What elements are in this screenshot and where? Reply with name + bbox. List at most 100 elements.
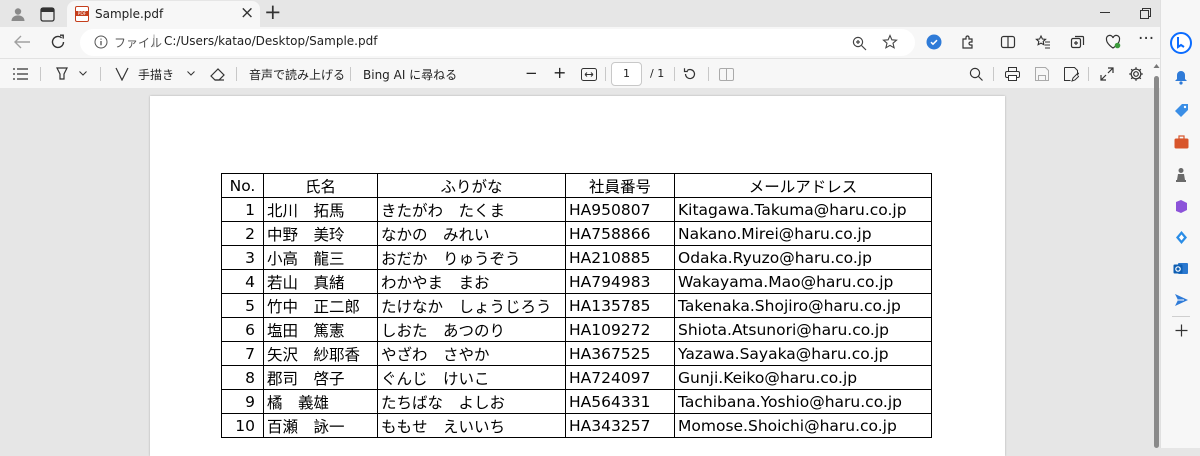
row-employee-id: HA794983 — [565, 269, 675, 294]
address-bar[interactable]: ファイル | C:/Users/katao/Desktop/Sample.pdf — [80, 29, 915, 56]
tab-title: Sample.pdf — [95, 7, 164, 21]
outlook-icon[interactable] — [1173, 260, 1189, 276]
back-icon[interactable] — [12, 33, 32, 51]
table-row: 5 竹中 正二郎 たけなか しょうじろう HA135785 Takenaka.S… — [221, 293, 932, 318]
page-total: / 1 — [650, 67, 665, 80]
eraser-icon[interactable] — [209, 66, 225, 82]
table-header-row: No. 氏名 ふりがな 社員番号 メールアドレス — [221, 173, 932, 198]
row-name: 郡司 啓子 — [263, 365, 378, 390]
chevron-down-icon[interactable] — [186, 68, 196, 78]
draw-icon[interactable] — [114, 66, 130, 82]
new-tab-button[interactable]: + — [264, 0, 282, 24]
favorite-star-icon[interactable] — [882, 34, 898, 50]
row-furigana: なかの みれい — [377, 221, 566, 246]
zoom-in-button[interactable]: + — [553, 63, 566, 82]
profile-icon[interactable] — [9, 5, 27, 23]
pdf-toolbar: 手描き 音声で読み上げる Bing AI に尋ねる − + 1 / 1 — [0, 58, 1160, 88]
url-text[interactable]: C:/Users/katao/Desktop/Sample.pdf — [164, 34, 377, 48]
copilot-icon[interactable] — [1170, 32, 1192, 54]
toolbar-divider — [674, 67, 675, 81]
table-row: 7 矢沢 紗耶香 やざわ さやか HA367525 Yazawa.Sayaka@… — [221, 341, 932, 366]
row-email: Odaka.Ryuzo@haru.co.jp — [674, 245, 932, 270]
zoom-out-button[interactable]: − — [525, 64, 538, 82]
print-icon[interactable] — [1004, 66, 1020, 82]
navigation-bar: ファイル | C:/Users/katao/Desktop/Sample.pdf… — [0, 27, 1160, 58]
row-email: Shiota.Atsunori@haru.co.jp — [674, 317, 932, 342]
draw-label[interactable]: 手描き — [138, 66, 174, 83]
row-email: Gunji.Keiko@haru.co.jp — [674, 365, 932, 390]
row-furigana: ももせ えいいち — [377, 413, 566, 438]
tab-close-button[interactable]: × — [240, 3, 254, 23]
row-name: 北川 拓馬 — [263, 197, 378, 222]
toolbar-divider — [40, 67, 41, 81]
pdf-page: No. 氏名 ふりがな 社員番号 メールアドレス 1 北川 拓馬 きたがわ たく… — [150, 96, 1005, 456]
collections-icon[interactable] — [1070, 34, 1086, 50]
tab-sample-pdf[interactable]: PDF Sample.pdf × — [67, 1, 260, 27]
fit-page-icon[interactable] — [580, 66, 598, 82]
row-name: 中野 美玲 — [263, 221, 378, 246]
save-as-icon[interactable] — [1063, 66, 1079, 82]
m365-icon[interactable] — [1173, 198, 1189, 214]
row-name: 百瀬 詠一 — [263, 413, 378, 438]
row-furigana: しおた あつのり — [377, 317, 566, 342]
minimize-button[interactable] — [1100, 12, 1110, 13]
toolbar-divider — [993, 67, 994, 81]
chevron-down-icon[interactable] — [78, 68, 88, 78]
edge-sidebar — [1160, 0, 1200, 448]
add-icon[interactable] — [1173, 322, 1189, 338]
row-email: Momose.Shoichi@haru.co.jp — [674, 413, 932, 438]
tab-strip: PDF Sample.pdf × + — [0, 0, 1200, 27]
toolbar-divider — [100, 67, 101, 81]
row-email: Kitagawa.Takuma@haru.co.jp — [674, 197, 932, 222]
page-number-input[interactable]: 1 — [611, 62, 642, 86]
header-furigana: ふりがな — [377, 173, 566, 198]
row-furigana: やざわ さやか — [377, 341, 566, 366]
row-email: Tachibana.Yoshio@haru.co.jp — [674, 389, 932, 414]
row-email: Wakayama.Mao@haru.co.jp — [674, 269, 932, 294]
header-email: メールアドレス — [674, 173, 932, 198]
read-aloud-button[interactable]: 音声で読み上げる — [249, 66, 345, 83]
workspaces-icon[interactable] — [38, 5, 56, 23]
extension-shield-icon[interactable] — [926, 34, 942, 50]
favorites-icon[interactable] — [1035, 34, 1051, 50]
row-furigana: きたがわ たくま — [377, 197, 566, 222]
briefcase-icon[interactable] — [1173, 134, 1189, 150]
table-row: 9 橘 義雄 たちばな よしお HA564331 Tachibana.Yoshi… — [221, 389, 932, 414]
row-email: Yazawa.Sayaka@haru.co.jp — [674, 341, 932, 366]
table-row: 4 若山 真緒 わかやま まお HA794983 Wakayama.Mao@ha… — [221, 269, 932, 294]
table-row: 2 中野 美玲 なかの みれい HA758866 Nakano.Mirei@ha… — [221, 221, 932, 246]
fullscreen-icon[interactable] — [1099, 66, 1115, 82]
zoom-icon[interactable] — [851, 35, 867, 51]
highlight-icon[interactable] — [54, 66, 70, 82]
bing-ai-button[interactable]: Bing AI に尋ねる — [363, 66, 457, 83]
tag-icon[interactable] — [1173, 102, 1189, 118]
table-of-contents-icon[interactable] — [12, 66, 28, 82]
row-name: 小高 龍三 — [263, 245, 378, 270]
settings-more-button[interactable]: ··· — [1138, 29, 1154, 49]
search-icon[interactable] — [968, 66, 984, 82]
scrollbar-thumb[interactable] — [1154, 76, 1159, 448]
row-furigana: ぐんじ けいこ — [377, 365, 566, 390]
extensions-icon[interactable] — [960, 34, 976, 50]
drop-icon[interactable] — [1173, 229, 1189, 245]
browser-essentials-icon[interactable] — [1105, 34, 1121, 50]
chess-icon[interactable] — [1173, 166, 1189, 182]
row-employee-id: HA724097 — [565, 365, 675, 390]
rotate-icon[interactable] — [682, 66, 698, 82]
restore-icon[interactable] — [1139, 7, 1151, 19]
row-email: Nakano.Mirei@haru.co.jp — [674, 221, 932, 246]
sidebar-divider — [1172, 316, 1190, 317]
info-icon[interactable] — [94, 35, 108, 49]
bell-icon[interactable] — [1173, 69, 1189, 85]
save-icon[interactable] — [1034, 66, 1050, 82]
page-view-icon[interactable] — [718, 66, 734, 82]
refresh-icon[interactable] — [48, 33, 68, 51]
gear-icon[interactable] — [1127, 65, 1144, 82]
send-icon[interactable] — [1173, 292, 1189, 308]
row-name: 竹中 正二郎 — [263, 293, 378, 318]
split-screen-icon[interactable] — [1000, 34, 1016, 50]
table-row: 10 百瀬 詠一 ももせ えいいち HA343257 Momose.Shoich… — [221, 413, 932, 438]
vertical-scrollbar[interactable] — [1153, 58, 1160, 448]
table-row: 3 小高 龍三 おだか りゅうぞう HA210885 Odaka.Ryuzo@h… — [221, 245, 932, 270]
row-furigana: おだか りゅうぞう — [377, 245, 566, 270]
